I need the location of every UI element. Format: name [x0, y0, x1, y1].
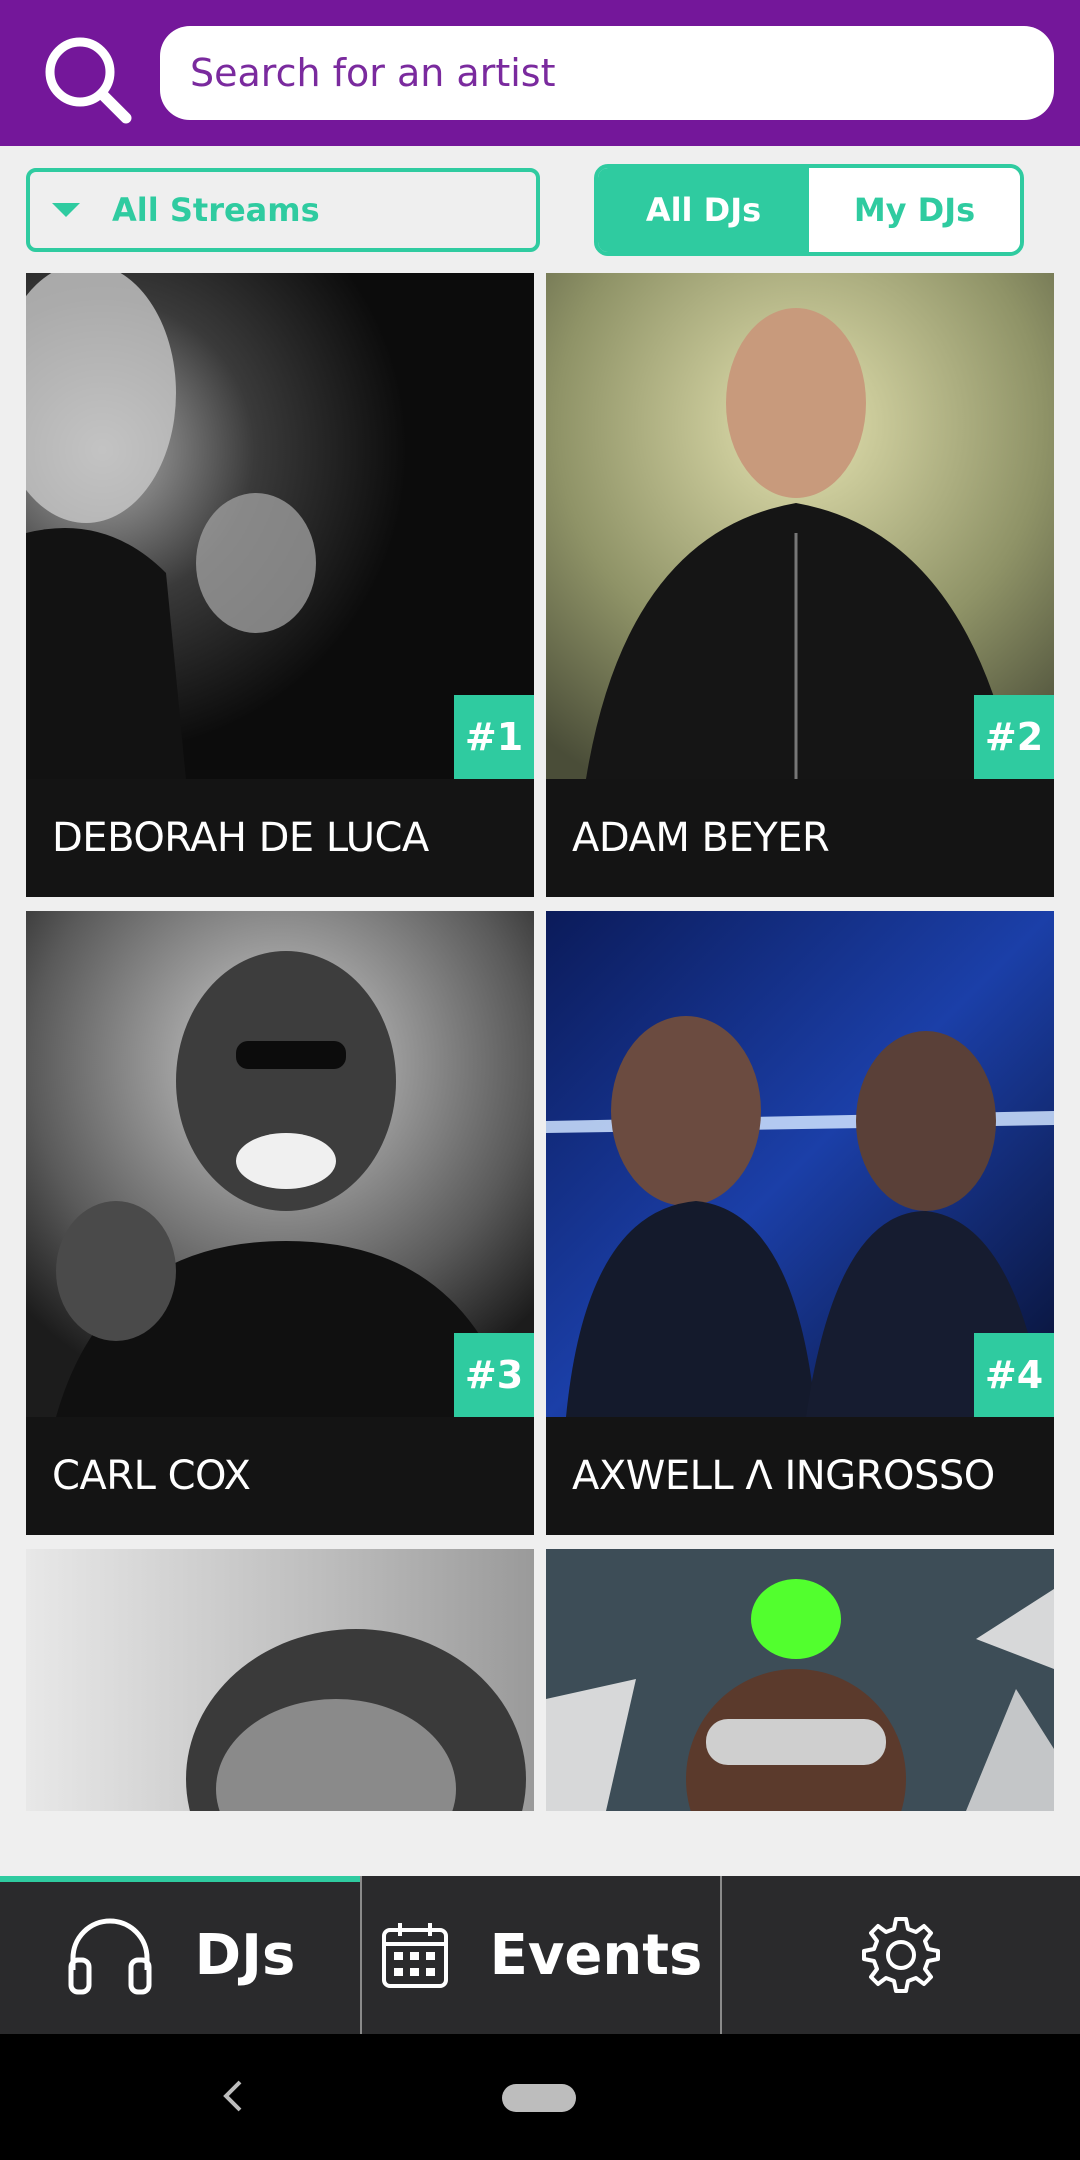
nav-settings[interactable]	[720, 1876, 1080, 2034]
rank-badge: #3	[454, 1333, 534, 1417]
bottom-nav: DJs Events	[0, 1876, 1080, 2034]
rank-badge: #2	[974, 695, 1054, 779]
dj-name: AXWELL Λ INGROSSO	[546, 1417, 1054, 1535]
stream-filter-label: All Streams	[112, 191, 320, 229]
back-icon[interactable]	[218, 2076, 248, 2116]
dj-card-1[interactable]: #1 DEBORAH DE LUCA	[26, 273, 534, 897]
nav-djs[interactable]: DJs	[0, 1876, 360, 2034]
search-icon[interactable]	[38, 30, 138, 130]
stream-filter-dropdown[interactable]: All Streams	[26, 168, 540, 252]
system-nav-bar	[0, 2034, 1080, 2160]
dj-card-4[interactable]: #4 AXWELL Λ INGROSSO	[546, 911, 1054, 1535]
nav-events-label: Events	[489, 1922, 703, 1988]
dj-card-5[interactable]	[26, 1549, 534, 1811]
dj-name: DEBORAH DE LUCA	[26, 779, 534, 897]
nav-djs-label: DJs	[194, 1922, 296, 1988]
rank-badge: #4	[974, 1333, 1054, 1417]
dj-name: CARL COX	[26, 1417, 534, 1535]
home-pill[interactable]	[502, 2084, 576, 2112]
search-bar[interactable]	[160, 26, 1054, 120]
all-djs-tab[interactable]: All DJs	[598, 168, 809, 252]
dj-card-6[interactable]	[546, 1549, 1054, 1811]
search-input[interactable]	[188, 50, 1054, 96]
calendar-icon	[381, 1923, 448, 1988]
dj-name: ADAM BEYER	[546, 779, 1054, 897]
caret-down-icon	[52, 203, 80, 217]
dj-card-2[interactable]: #2 ADAM BEYER	[546, 273, 1054, 897]
dj-photo	[546, 1549, 1054, 1811]
headphones-icon	[68, 1918, 152, 1995]
my-djs-tab[interactable]: My DJs	[809, 168, 1020, 252]
dj-scope-toggle: All DJs My DJs	[594, 164, 1024, 256]
gear-icon	[862, 1917, 940, 1993]
nav-events[interactable]: Events	[360, 1876, 720, 2034]
app-header	[0, 0, 1080, 146]
dj-card-3[interactable]: #3 CARL COX	[26, 911, 534, 1535]
dj-photo	[26, 1549, 534, 1811]
rank-badge: #1	[454, 695, 534, 779]
